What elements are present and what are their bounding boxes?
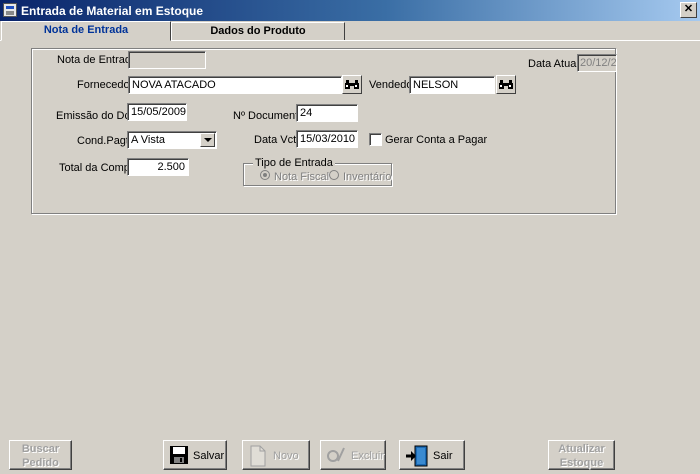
sair-button[interactable]: Sair	[399, 440, 465, 470]
excluir-button[interactable]: Excluir	[320, 440, 386, 470]
novo-label: Novo	[273, 450, 299, 462]
exit-door-icon	[406, 445, 428, 467]
nota-entrada-field	[128, 51, 206, 69]
salvar-label: Salvar	[193, 450, 225, 462]
emissao-input[interactable]: 15/05/2009	[127, 103, 187, 121]
window-title: Entrada de Material em Estoque	[21, 4, 204, 18]
tab-dados-do-produto[interactable]: Dados do Produto	[171, 22, 345, 41]
nota-fiscal-radio	[260, 170, 270, 180]
search-fornecedor-button[interactable]	[342, 75, 362, 94]
gerar-conta-label: Gerar Conta a Pagar	[385, 134, 488, 146]
tab-label: Nota de Entrada	[43, 24, 129, 36]
title-bar: Entrada de Material em Estoque ✕	[0, 0, 700, 21]
total-compra-input[interactable]: 2.500	[127, 158, 189, 176]
nota-entrada-label: Nota de Entrada	[57, 54, 138, 66]
blank-page-icon	[250, 445, 266, 467]
binoculars-icon	[345, 80, 359, 89]
fornecedor-label: Fornecedor	[77, 79, 134, 91]
data-atual-label: Data Atual	[528, 58, 579, 70]
sair-label: Sair	[433, 450, 453, 462]
chevron-down-icon[interactable]	[200, 133, 215, 147]
tab-label: Dados do Produto	[210, 25, 306, 37]
app-icon	[3, 3, 17, 17]
tipo-entrada-label: Tipo de Entrada	[253, 157, 335, 169]
buscar-line1: Buscar	[21, 443, 60, 455]
atualizar-line2: Estoque	[559, 457, 604, 469]
data-vcto-input[interactable]: 15/03/2010	[296, 130, 358, 148]
inventario-label: Inventário	[343, 171, 392, 183]
delete-icon	[327, 447, 345, 462]
buscar-pedido-button[interactable]: Buscar Pedido	[9, 440, 72, 470]
fornecedor-input[interactable]: NOVA ATACADO	[128, 76, 342, 94]
floppy-disk-icon	[170, 446, 188, 464]
inventario-radio	[329, 170, 339, 180]
vendedor-input[interactable]: NELSON	[409, 76, 495, 94]
data-atual-field: 20/12/20	[577, 54, 617, 72]
gerar-conta-checkbox[interactable]	[369, 133, 382, 146]
tab-nota-de-entrada[interactable]: Nota de Entrada	[1, 21, 171, 41]
cond-pagto-select[interactable]: A Vista	[127, 131, 217, 149]
novo-button[interactable]: Novo	[242, 440, 310, 470]
num-documento-input[interactable]: 24	[296, 104, 358, 122]
cond-pagto-value: A Vista	[131, 134, 166, 146]
nota-fiscal-label: Nota Fiscal	[274, 171, 330, 183]
search-vendedor-button[interactable]	[496, 75, 516, 94]
salvar-button[interactable]: Salvar	[163, 440, 227, 470]
atualizar-estoque-button[interactable]: Atualizar Estoque	[548, 440, 615, 470]
atualizar-line1: Atualizar	[558, 443, 605, 455]
excluir-label: Excluir	[351, 450, 385, 462]
close-button[interactable]: ✕	[680, 2, 697, 18]
num-documento-label: Nº Documento	[233, 110, 305, 122]
buscar-line2: Pedido	[22, 457, 59, 469]
binoculars-icon	[499, 80, 513, 89]
